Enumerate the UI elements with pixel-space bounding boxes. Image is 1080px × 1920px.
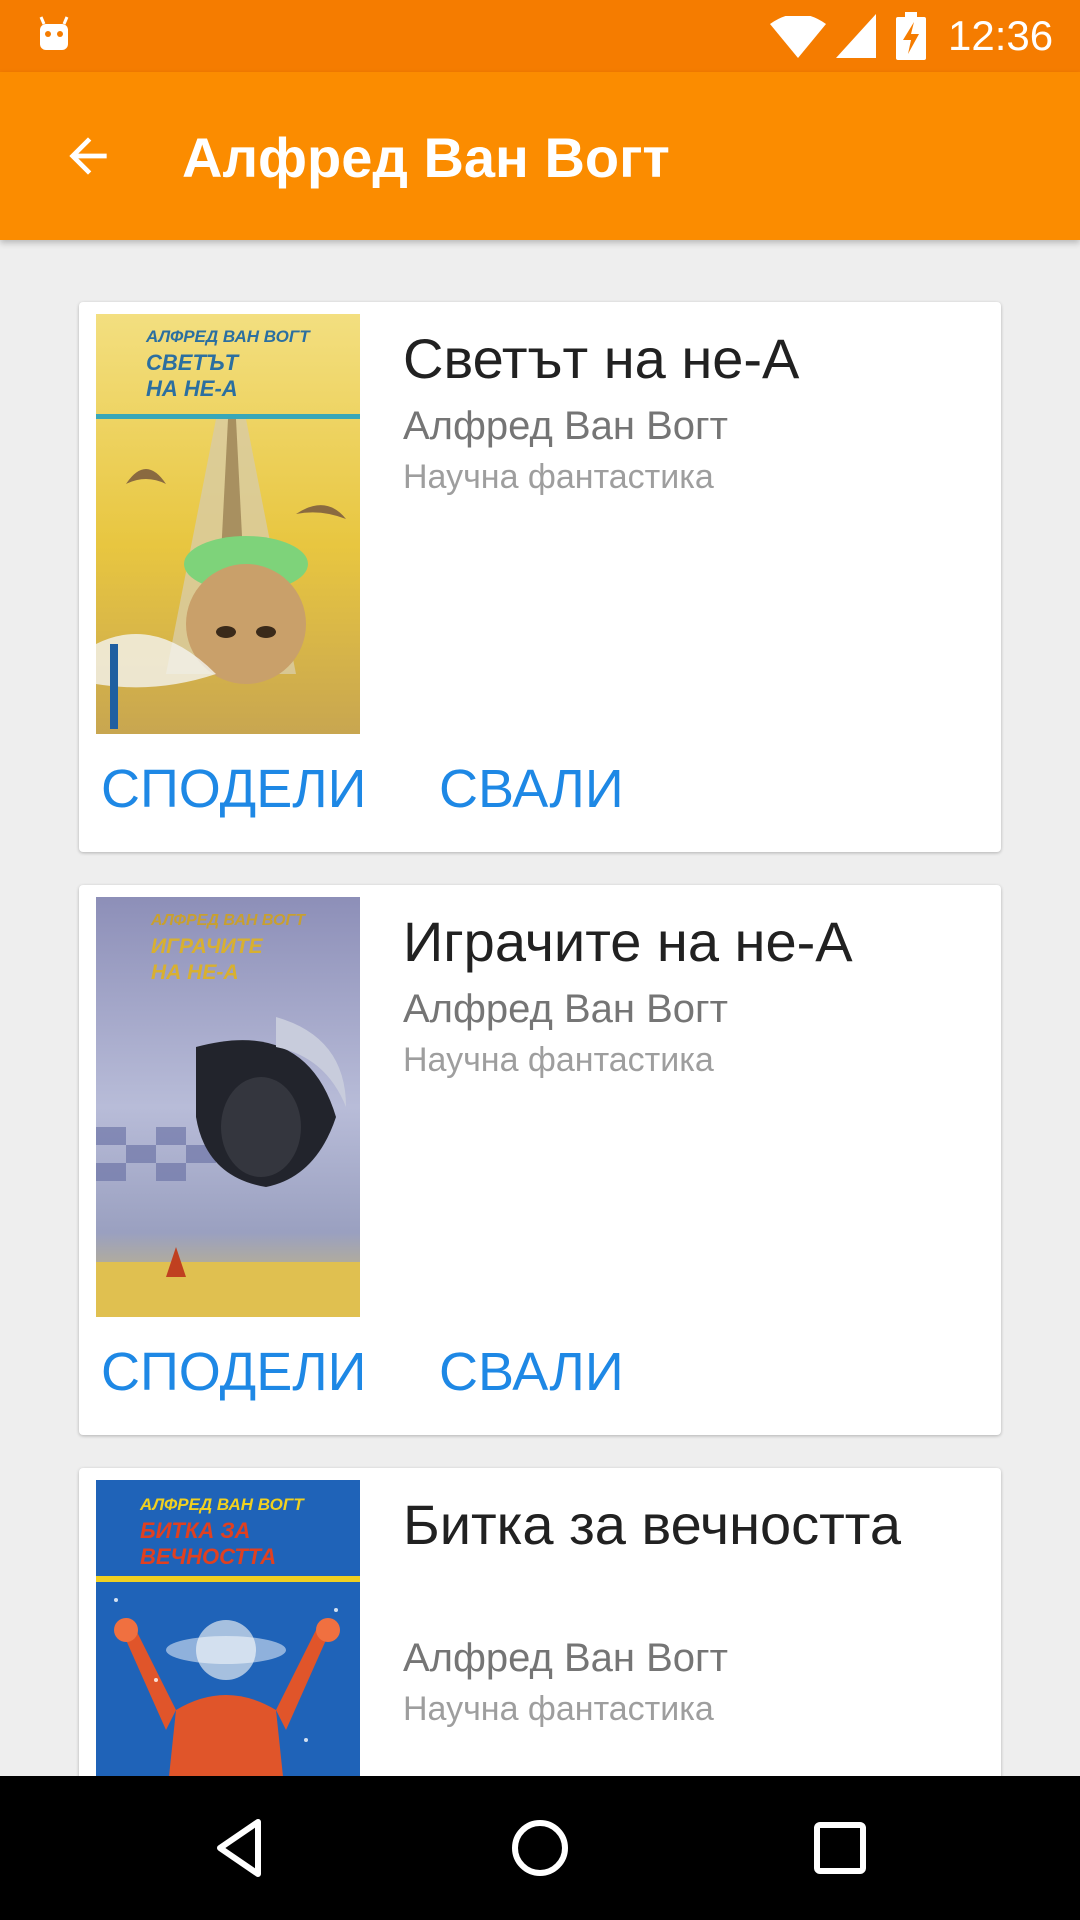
book-cover-art: АЛФРЕД ВАН ВОГТ СВЕТЪТ НА НЕ-А bbox=[96, 314, 360, 734]
download-button[interactable]: СВАЛИ bbox=[439, 757, 624, 821]
cover-title-text: БИТКА ЗА bbox=[140, 1518, 250, 1543]
book-author: Алфред Ван Вогт bbox=[403, 404, 728, 448]
page-title: Алфред Ван Вогт bbox=[182, 126, 670, 189]
back-button[interactable] bbox=[40, 108, 136, 204]
book-author: Алфред Ван Вогт bbox=[403, 1636, 728, 1680]
book-title: Светът на не-А bbox=[403, 327, 800, 390]
cover-title-text: ВЕЧНОСТТА bbox=[140, 1544, 276, 1569]
book-title: Играчите на не-А bbox=[403, 910, 853, 973]
book-cover-image[interactable]: АЛФРЕД ВАН ВОГТ СВЕТЪТ НА НЕ-А bbox=[96, 314, 360, 734]
cover-author-text: АЛФРЕД ВАН ВОГТ bbox=[150, 912, 306, 929]
share-button[interactable]: СПОДЕЛИ bbox=[101, 757, 366, 821]
book-card: АЛФРЕД ВАН ВОГТ СВЕТЪТ НА НЕ-А Светът на… bbox=[79, 302, 1001, 852]
share-button[interactable]: СПОДЕЛИ bbox=[101, 1340, 366, 1404]
nav-back-button[interactable] bbox=[206, 1812, 278, 1884]
book-genre: Научна фантастика bbox=[403, 458, 714, 496]
book-cover-image[interactable]: АЛФРЕД ВАН ВОГТ ИГРАЧИТЕ НА НЕ-А bbox=[96, 897, 360, 1317]
book-genre: Научна фантастика bbox=[403, 1690, 714, 1728]
arrow-back-icon bbox=[69, 137, 107, 175]
system-nav-bar bbox=[0, 1776, 1080, 1920]
wifi-icon bbox=[770, 16, 826, 58]
recents-square-icon bbox=[814, 1822, 866, 1874]
nav-recents-button[interactable] bbox=[804, 1812, 876, 1884]
cover-title-text: СВЕТЪТ bbox=[146, 350, 240, 375]
book-card: АЛФРЕД ВАН ВОГТ ИГРАЧИТЕ НА НЕ-А Играчит… bbox=[79, 885, 1001, 1435]
signal-icon bbox=[836, 14, 876, 58]
cover-author-text: АЛФРЕД ВАН ВОГТ bbox=[145, 327, 311, 346]
book-author: Алфред Ван Вогт bbox=[403, 987, 728, 1031]
status-clock: 12:36 bbox=[948, 12, 1054, 59]
status-bar: 12:36 bbox=[0, 0, 1080, 72]
book-genre: Научна фантастика bbox=[403, 1041, 714, 1079]
book-card: АЛФРЕД ВАН ВОГТ БИТКА ЗА ВЕЧНОСТТА Битка… bbox=[79, 1468, 1001, 1776]
home-circle-icon bbox=[512, 1820, 568, 1876]
back-triangle-icon bbox=[217, 1819, 261, 1877]
book-title: Битка за вечността bbox=[403, 1493, 901, 1556]
android-icon bbox=[39, 16, 69, 50]
book-cover-image[interactable]: АЛФРЕД ВАН ВОГТ БИТКА ЗА ВЕЧНОСТТА bbox=[96, 1480, 360, 1776]
cover-title-text: НА НЕ-А bbox=[146, 376, 238, 401]
book-cover-art: АЛФРЕД ВАН ВОГТ БИТКА ЗА ВЕЧНОСТТА bbox=[96, 1480, 360, 1776]
book-list[interactable]: АЛФРЕД ВАН ВОГТ СВЕТЪТ НА НЕ-А Светът на… bbox=[0, 240, 1080, 1776]
battery-charging-icon bbox=[896, 12, 926, 60]
cover-author-text: АЛФРЕД ВАН ВОГТ bbox=[139, 1495, 305, 1514]
cover-title-text: НА НЕ-А bbox=[151, 961, 239, 984]
cover-title-text: ИГРАЧИТЕ bbox=[151, 935, 264, 958]
book-cover-art: АЛФРЕД ВАН ВОГТ ИГРАЧИТЕ НА НЕ-А bbox=[96, 897, 360, 1317]
download-button[interactable]: СВАЛИ bbox=[439, 1340, 624, 1404]
nav-home-button[interactable] bbox=[504, 1812, 576, 1884]
app-bar: Алфред Ван Вогт bbox=[0, 72, 1080, 240]
